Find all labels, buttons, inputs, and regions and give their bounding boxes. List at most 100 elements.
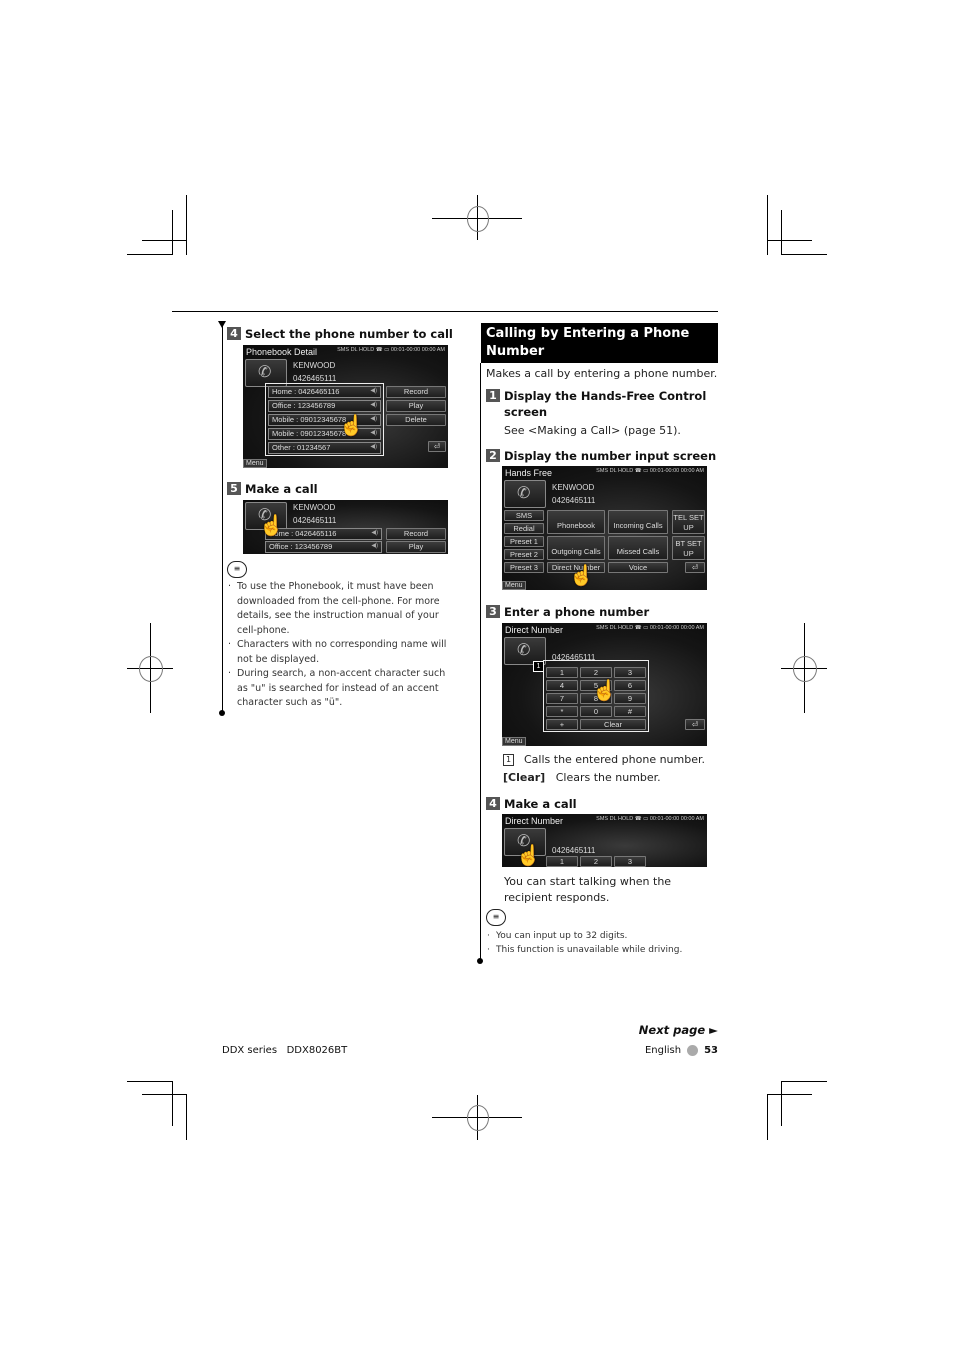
legend-item-clear: [Clear] Clears the number. <box>503 770 661 786</box>
next-page-link[interactable]: Next page ► <box>639 1023 718 1037</box>
step-1-heading: 1 Display the Hands-Free Control screen <box>486 388 711 420</box>
phonebook-detail-screen: Phonebook Detail SMS DL HOLD ☎ ▭ 00:01-0… <box>243 345 448 468</box>
key-1[interactable]: 1 <box>546 856 578 867</box>
sms-button[interactable]: SMS <box>504 510 544 521</box>
legend-key: [Clear] <box>503 771 546 784</box>
menu-button[interactable]: Menu <box>243 459 267 468</box>
key-2[interactable]: 2 <box>580 856 612 867</box>
keypad-key[interactable]: 7 <box>546 693 578 704</box>
column-bar <box>222 322 223 712</box>
contact-number: 0426465111 <box>293 516 337 525</box>
menu-button[interactable]: Menu <box>502 581 526 590</box>
keypad-key[interactable]: # <box>614 706 646 717</box>
note-item: Characters with no corresponding name wi… <box>227 638 457 667</box>
preset-1-button[interactable]: Preset 1 <box>504 536 544 547</box>
column-end-dot <box>219 710 225 716</box>
step-5-heading: 5 Make a call <box>227 481 318 497</box>
outgoing-calls-button[interactable]: Outgoing Calls <box>547 536 605 560</box>
missed-calls-button[interactable]: Missed Calls <box>608 536 668 560</box>
language-label: English <box>644 1045 682 1056</box>
step-4-heading: 4 Select the phone number to call <box>227 326 453 342</box>
keypad-key[interactable]: 9 <box>614 693 646 704</box>
number-entry[interactable]: Office : 123456789 ◀) <box>268 400 381 412</box>
number-entry[interactable]: Mobile : 09012345678 ◀) <box>268 428 381 440</box>
number-entry[interactable]: Other : 01234567 ◀) <box>268 442 381 454</box>
phonebook-button[interactable]: Phonebook <box>547 510 605 534</box>
step-title: Enter a phone number <box>504 605 650 619</box>
status-bar: SMS DL HOLD ☎ ▭ 00:01-00:00 00:00 AM <box>337 347 445 353</box>
back-button[interactable]: ⏎ <box>428 441 446 452</box>
column-end-dot <box>477 958 483 964</box>
pointing-hand-icon: ☝ <box>592 680 617 702</box>
step-number: 5 <box>227 482 241 495</box>
redial-button[interactable]: Redial <box>504 523 544 534</box>
back-button[interactable]: ⏎ <box>685 719 705 730</box>
intro-text: Makes a call by entering a phone number. <box>486 367 718 380</box>
direct-number-call-screen: Direct Number SMS DL HOLD ☎ ▭ 00:01-00:0… <box>502 814 707 867</box>
step-title: Make a call <box>245 482 318 496</box>
step-4-heading: 4 Make a call <box>486 796 577 812</box>
clear-button[interactable]: Clear <box>580 719 646 730</box>
keypad-key[interactable]: 6 <box>614 680 646 691</box>
preset-3-button[interactable]: Preset 3 <box>504 562 544 573</box>
pointing-hand-icon: ☝ <box>516 845 541 867</box>
contact-name: KENWOOD <box>552 483 595 492</box>
bt-setup-button[interactable]: BT SET UP <box>672 536 705 560</box>
record-button[interactable]: Record <box>386 386 446 398</box>
contact-name: KENWOOD <box>293 361 336 370</box>
contact-avatar[interactable] <box>504 480 546 508</box>
back-button[interactable]: ⏎ <box>685 562 705 573</box>
legend-text: Calls the entered phone number. <box>524 753 705 766</box>
model-label: DDX series DDX8026BT <box>222 1045 348 1056</box>
number-entry[interactable]: Office : 123456789 ◀) <box>265 541 382 553</box>
delete-button[interactable]: Delete <box>386 414 446 426</box>
play-button[interactable]: Play <box>386 400 446 412</box>
screen-title: Phonebook Detail <box>246 347 318 357</box>
step-3-heading: 3 Enter a phone number <box>486 604 649 620</box>
contact-number: 0426465111 <box>293 374 337 383</box>
section-title: Calling by Entering a Phone Number <box>481 323 718 363</box>
keypad-key[interactable]: 3 <box>614 667 646 678</box>
menu-button[interactable]: Menu <box>502 737 526 746</box>
step-number: 1 <box>486 389 500 402</box>
screen-title: Direct Number <box>505 625 564 635</box>
voice-button[interactable]: Voice <box>608 562 668 573</box>
contact-name: KENWOOD <box>293 503 336 512</box>
notes-list: To use the Phonebook, it must have been … <box>227 580 457 711</box>
record-button[interactable]: Record <box>386 528 446 540</box>
incoming-calls-button[interactable]: Incoming Calls <box>608 510 668 534</box>
note-icon: ≡ <box>486 909 506 926</box>
step-title: Select the phone number to call <box>245 327 453 341</box>
page-footer: English 53 <box>645 1045 718 1056</box>
step-1-text: See <Making a Call> (page 51). <box>504 424 681 437</box>
keypad-key[interactable]: 0 <box>580 706 612 717</box>
legend-item-1: 1 Calls the entered phone number. <box>503 752 705 768</box>
number-entry[interactable]: Mobile : 09012345678 ◀) <box>268 414 381 426</box>
preset-2-button[interactable]: Preset 2 <box>504 549 544 560</box>
note-item: This function is unavailable while drivi… <box>486 943 716 957</box>
note-icon: ≡ <box>227 561 247 578</box>
status-bar: SMS DL HOLD ☎ ▭ 00:01-00:00 00:00 AM <box>596 468 704 474</box>
pointing-hand-icon: ☝ <box>569 565 594 587</box>
status-bar: SMS DL HOLD ☎ ▭ 00:01-00:00 00:00 AM <box>596 625 704 631</box>
note-item: To use the Phonebook, it must have been … <box>227 580 457 638</box>
keypad-key[interactable]: + <box>546 719 578 730</box>
page-dot-icon <box>687 1045 699 1056</box>
step-number: 4 <box>227 327 241 340</box>
key-3[interactable]: 3 <box>614 856 646 867</box>
hands-free-screen: Hands Free SMS DL HOLD ☎ ▭ 00:01-00:00 0… <box>502 466 707 590</box>
entered-number: 0426465111 <box>552 846 596 855</box>
tel-setup-button[interactable]: TEL SET UP <box>672 510 705 534</box>
keypad-key[interactable]: 2 <box>580 667 612 678</box>
keypad-key[interactable]: 4 <box>546 680 578 691</box>
status-bar: SMS DL HOLD ☎ ▭ 00:01-00:00 00:00 AM <box>596 816 704 822</box>
keypad-key[interactable]: 1 <box>546 667 578 678</box>
play-button[interactable]: Play <box>386 541 446 553</box>
keypad-key[interactable]: * <box>546 706 578 717</box>
pointing-hand-icon: ☝ <box>339 415 364 437</box>
step-title: Display the number input screen <box>504 449 717 463</box>
pointing-hand-icon: ☝ <box>259 515 284 537</box>
step-title: Display the Hands-Free Control screen <box>504 389 707 419</box>
step-number: 4 <box>486 797 500 810</box>
number-entry[interactable]: Home : 0426465116 ◀) <box>268 386 381 398</box>
